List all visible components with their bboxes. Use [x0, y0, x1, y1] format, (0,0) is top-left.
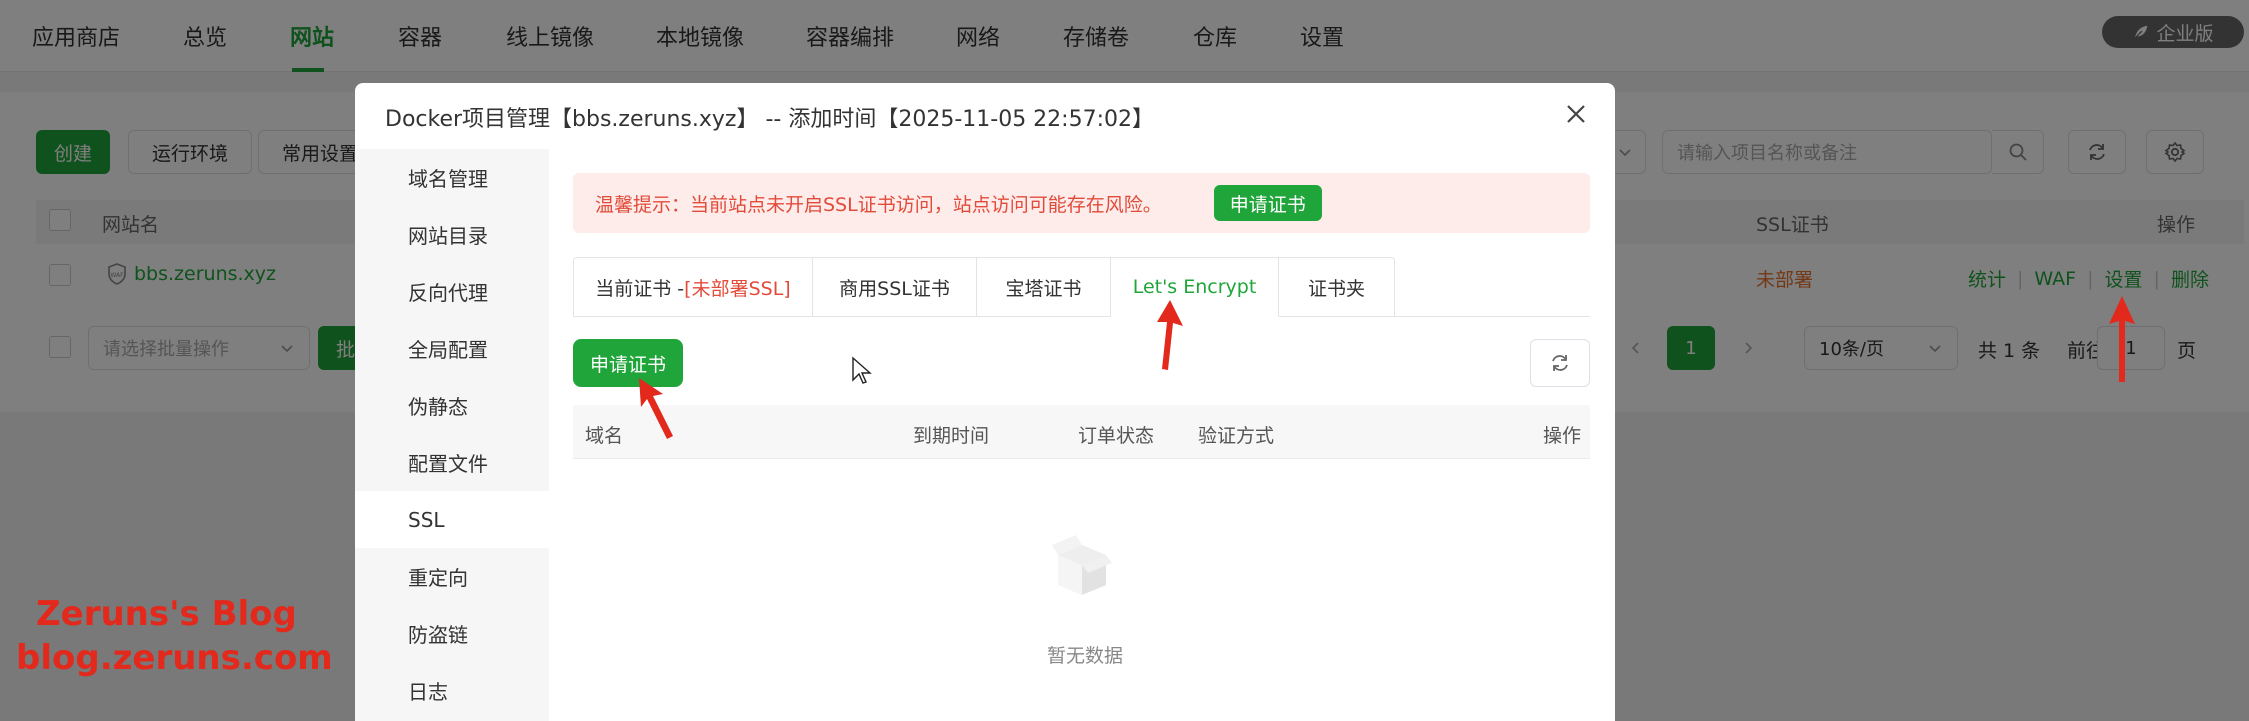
- sidebar-item-config-file[interactable]: 配置文件: [355, 434, 549, 491]
- sidebar-item-hotlink[interactable]: 防盗链: [355, 605, 549, 662]
- tab-lets-encrypt[interactable]: Let's Encrypt: [1111, 257, 1279, 317]
- mouse-cursor-icon: [852, 356, 872, 384]
- column-operations: 操作: [1543, 425, 1582, 447]
- annotation-arrow-tab: [1157, 300, 1183, 370]
- close-button[interactable]: [1561, 99, 1591, 129]
- empty-box-icon: [1052, 535, 1112, 595]
- tab-current-cert[interactable]: 当前证书 - [未部署SSL]: [573, 257, 813, 317]
- tab-current-label: 当前证书 -: [595, 277, 685, 300]
- annotation-arrow-settings: [2109, 296, 2135, 382]
- ssl-tabs: 当前证书 - [未部署SSL] 商用SSL证书 宝塔证书 Let's Encryp…: [573, 257, 1395, 317]
- docker-project-dialog: Docker项目管理【bbs.zeruns.xyz】 -- 添加时间【2025-…: [355, 83, 1615, 721]
- sidebar-item-logs[interactable]: 日志: [355, 662, 549, 719]
- close-icon: [1567, 105, 1585, 123]
- sidebar-item-redirect[interactable]: 重定向: [355, 548, 549, 605]
- tab-commercial-ssl[interactable]: 商用SSL证书: [813, 257, 977, 317]
- sidebar-item-rewrite[interactable]: 伪静态: [355, 377, 549, 434]
- dialog-title: Docker项目管理【bbs.zeruns.xyz】 -- 添加时间【2025-…: [385, 107, 1154, 132]
- column-expire: 到期时间: [913, 425, 990, 447]
- watermark-line1: Zeruns's Blog: [36, 594, 297, 634]
- refresh-icon: [1552, 355, 1568, 371]
- ssl-warning-banner: 温馨提示：当前站点未开启SSL证书访问，站点访问可能存在风险。 申请证书: [573, 173, 1590, 233]
- sidebar-item-reverse-proxy[interactable]: 反向代理: [355, 263, 549, 320]
- dialog-sidebar: 域名管理 网站目录 反向代理 全局配置 伪静态 配置文件 SSL 重定向 防盗链…: [355, 149, 549, 721]
- annotation-arrow-apply: [639, 378, 673, 439]
- sidebar-item-domain[interactable]: 域名管理: [355, 149, 549, 206]
- tabs-baseline: [1395, 316, 1590, 317]
- warning-apply-button[interactable]: 申请证书: [1213, 185, 1322, 221]
- tab-cert-folder[interactable]: 证书夹: [1279, 257, 1395, 317]
- column-domain: 域名: [585, 425, 624, 447]
- sidebar-item-site-dir[interactable]: 网站目录: [355, 206, 549, 263]
- tab-baota-cert[interactable]: 宝塔证书: [977, 257, 1111, 317]
- sidebar-item-ssl[interactable]: SSL: [355, 491, 549, 548]
- watermark-line2: blog.zeruns.com: [16, 638, 333, 678]
- column-verify-method: 验证方式: [1198, 425, 1275, 447]
- sidebar-item-global-config[interactable]: 全局配置: [355, 320, 549, 377]
- refresh-certs-button[interactable]: [1530, 339, 1590, 387]
- blog-watermark: Zeruns's Blog blog.zeruns.com: [16, 592, 333, 680]
- column-order-status: 订单状态: [1078, 425, 1155, 447]
- warning-text: 温馨提示：当前站点未开启SSL证书访问，站点访问可能存在风险。: [595, 193, 1162, 216]
- tab-current-status: [未部署SSL]: [684, 277, 791, 300]
- empty-state-text: 暂无数据: [1047, 645, 1124, 667]
